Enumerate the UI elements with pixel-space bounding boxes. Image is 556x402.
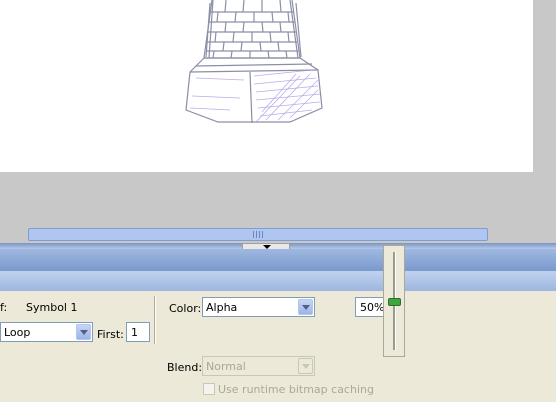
blend-select[interactable]: Normal <box>202 356 315 376</box>
instance-name: Symbol 1 <box>26 301 78 314</box>
blend-label: Blend: <box>167 361 203 374</box>
properties-panel-tabs[interactable] <box>0 271 556 291</box>
color-select[interactable]: Alpha <box>202 297 315 317</box>
grip-icon[interactable] <box>253 231 263 238</box>
vertical-scrollbar-area <box>533 0 556 243</box>
chevron-down-icon[interactable] <box>298 358 313 374</box>
chevron-down-icon[interactable] <box>298 299 313 315</box>
blend-select-value: Normal <box>206 360 246 373</box>
color-select-value: Alpha <box>206 301 238 314</box>
bitmap-caching-checkbox[interactable] <box>203 383 215 395</box>
bitmap-caching-label[interactable]: Use runtime bitmap caching <box>218 383 374 396</box>
stage-canvas[interactable] <box>0 0 533 172</box>
first-frame-input[interactable]: 1 <box>126 322 150 342</box>
alpha-slider-popup[interactable] <box>383 245 405 357</box>
properties-panel-header[interactable] <box>0 249 556 271</box>
horizontal-scrollbar[interactable] <box>28 228 488 241</box>
instance-prefix-label: f: <box>0 301 8 314</box>
chevron-down-icon[interactable] <box>76 324 91 340</box>
alpha-slider-thumb[interactable] <box>388 298 401 306</box>
loop-select-value: Loop <box>4 326 31 339</box>
loop-select[interactable]: Loop <box>0 322 93 342</box>
first-frame-label: First: <box>97 328 124 341</box>
color-label: Color: <box>169 302 202 315</box>
panel-divider <box>154 296 156 344</box>
tower-drawing <box>185 0 323 124</box>
